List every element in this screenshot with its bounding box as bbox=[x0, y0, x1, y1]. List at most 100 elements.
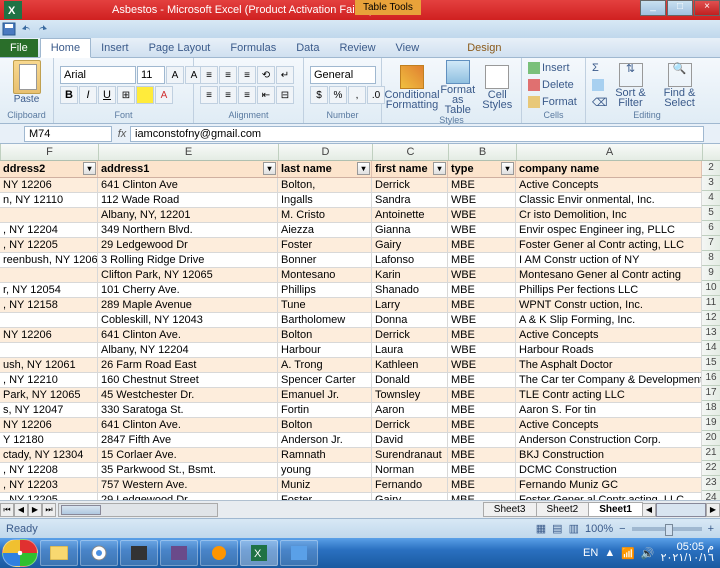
taskbar-explorer-icon[interactable] bbox=[40, 540, 78, 566]
grow-font-icon[interactable]: A bbox=[166, 66, 184, 84]
paste-icon[interactable] bbox=[13, 60, 41, 94]
header-lastname[interactable]: last name▾ bbox=[278, 161, 372, 177]
filter-dropdown-icon[interactable]: ▾ bbox=[357, 162, 370, 175]
header-address1[interactable]: address1▾ bbox=[98, 161, 278, 177]
table-row[interactable]: Park, NY 1206545 Westchester Dr.Emanuel … bbox=[0, 388, 720, 403]
font-name-combo[interactable]: Arial bbox=[60, 66, 136, 84]
sheet-nav-last[interactable]: ⏭ bbox=[42, 503, 56, 517]
view-layout-icon[interactable]: ▤ bbox=[552, 522, 562, 535]
fill-button[interactable] bbox=[592, 77, 604, 93]
tab-review[interactable]: Review bbox=[329, 39, 385, 57]
align-right-icon[interactable]: ≡ bbox=[238, 86, 256, 104]
delete-cells-button[interactable]: Delete bbox=[528, 77, 574, 93]
table-row[interactable]: n, NY 12110112 Wade RoadIngallsSandraWBE… bbox=[0, 193, 720, 208]
taskbar-app3-icon[interactable] bbox=[280, 540, 318, 566]
merge-icon[interactable]: ⊟ bbox=[276, 86, 294, 104]
align-center-icon[interactable]: ≡ bbox=[219, 86, 237, 104]
redo-icon[interactable] bbox=[36, 22, 50, 36]
table-row[interactable]: NY 12206641 Clinton Ave.BoltonDerrickMBE… bbox=[0, 418, 720, 433]
underline-icon[interactable]: U bbox=[98, 86, 116, 104]
sheet-nav-prev[interactable]: ◀ bbox=[14, 503, 28, 517]
sort-filter-button[interactable]: ⇅Sort & Filter bbox=[608, 63, 653, 108]
tab-data[interactable]: Data bbox=[286, 39, 329, 57]
formula-bar[interactable]: iamconstofny@gmail.com bbox=[130, 126, 704, 142]
taskbar-app2-icon[interactable] bbox=[160, 540, 198, 566]
comma-icon[interactable]: , bbox=[348, 86, 366, 104]
wrap-text-icon[interactable]: ↵ bbox=[276, 66, 294, 84]
tab-formulas[interactable]: Formulas bbox=[220, 39, 286, 57]
name-box[interactable]: M74 bbox=[24, 126, 112, 142]
autosum-button[interactable]: Σ bbox=[592, 60, 604, 76]
border-icon[interactable]: ⊞ bbox=[117, 86, 135, 104]
table-row[interactable]: s, NY 12047330 Saratoga St.FortinAaronMB… bbox=[0, 403, 720, 418]
zoom-in-button[interactable]: + bbox=[708, 523, 714, 535]
conditional-formatting-button[interactable]: Conditional Formatting bbox=[388, 65, 436, 110]
sheet-nav-next[interactable]: ▶ bbox=[28, 503, 42, 517]
table-row[interactable]: Albany, NY 12204HarbourLauraWBEHarbour R… bbox=[0, 343, 720, 358]
align-bot-icon[interactable]: ≡ bbox=[238, 66, 256, 84]
table-row[interactable]: , NY 12203757 Western Ave.MunizFernandoM… bbox=[0, 478, 720, 493]
zoom-slider[interactable] bbox=[632, 527, 702, 531]
table-row[interactable]: , NY 1220835 Parkwood St., Bsmt.youngNor… bbox=[0, 463, 720, 478]
start-button[interactable] bbox=[2, 539, 38, 567]
column-headers[interactable]: F E D C B A bbox=[0, 144, 720, 161]
font-color-icon[interactable]: A bbox=[155, 86, 173, 104]
sheet-tab-2[interactable]: Sheet2 bbox=[536, 502, 590, 517]
bold-icon[interactable]: B bbox=[60, 86, 78, 104]
zoom-out-button[interactable]: − bbox=[619, 523, 625, 535]
tray-volume-icon[interactable]: 🔊 bbox=[641, 547, 655, 560]
table-row[interactable]: NY 12206641 Clinton Ave.BoltonDerrickMBE… bbox=[0, 328, 720, 343]
cell-styles-button[interactable]: Cell Styles bbox=[480, 65, 516, 110]
fill-color-icon[interactable] bbox=[136, 86, 154, 104]
table-row[interactable]: ush, NY 1206126 Farm Road EastA. TrongKa… bbox=[0, 358, 720, 373]
table-row[interactable]: , NY 12204349 Northern Blvd.AiezzaGianna… bbox=[0, 223, 720, 238]
system-tray[interactable]: EN ▲ 📶 🔊 05:05 م٢٠٢١/١٠/١٦ bbox=[583, 542, 718, 564]
tab-view[interactable]: View bbox=[386, 39, 430, 57]
table-row[interactable]: r, NY 12054101 Cherry Ave.PhillipsShanad… bbox=[0, 283, 720, 298]
table-row[interactable]: , NY 12210160 Chestnut StreetSpencer Car… bbox=[0, 373, 720, 388]
tab-pagelayout[interactable]: Page Layout bbox=[139, 39, 221, 57]
percent-icon[interactable]: % bbox=[329, 86, 347, 104]
minimize-button[interactable]: _ bbox=[640, 0, 666, 16]
header-address2[interactable]: ddress2▾ bbox=[0, 161, 98, 177]
hscroll-track[interactable] bbox=[58, 503, 218, 517]
orientation-icon[interactable]: ⟲ bbox=[257, 66, 275, 84]
align-mid-icon[interactable]: ≡ bbox=[219, 66, 237, 84]
sheet-tab-3[interactable]: Sheet3 bbox=[483, 502, 537, 517]
tab-design[interactable]: Design bbox=[457, 39, 511, 57]
insert-cells-button[interactable]: Insert bbox=[528, 60, 570, 76]
zoom-level[interactable]: 100% bbox=[585, 523, 613, 535]
row-numbers[interactable]: 2345678910111213141516171819202122232425… bbox=[702, 161, 720, 518]
align-top-icon[interactable]: ≡ bbox=[200, 66, 218, 84]
font-size-combo[interactable]: 11 bbox=[137, 66, 165, 84]
tab-file[interactable]: File bbox=[0, 39, 38, 57]
filter-dropdown-icon[interactable]: ▾ bbox=[263, 162, 276, 175]
italic-icon[interactable]: I bbox=[79, 86, 97, 104]
view-break-icon[interactable]: ▥ bbox=[569, 522, 579, 535]
hscroll-thumb2[interactable] bbox=[656, 503, 706, 517]
taskbar-excel-icon[interactable]: X bbox=[240, 540, 278, 566]
taskbar-app1-icon[interactable] bbox=[120, 540, 158, 566]
tab-insert[interactable]: Insert bbox=[91, 39, 139, 57]
sheet-nav-first[interactable]: ⏮ bbox=[0, 503, 14, 517]
sheet-tab-1[interactable]: Sheet1 bbox=[588, 502, 643, 517]
align-left-icon[interactable]: ≡ bbox=[200, 86, 218, 104]
table-row[interactable]: Albany, NY, 12201M. CristoAntoinetteWBEC… bbox=[0, 208, 720, 223]
header-firstname[interactable]: first name▾ bbox=[372, 161, 448, 177]
filter-dropdown-icon[interactable]: ▾ bbox=[501, 162, 514, 175]
save-icon[interactable] bbox=[2, 22, 16, 36]
table-row[interactable]: , NY 12158289 Maple AvenueTuneLarryMBEWP… bbox=[0, 298, 720, 313]
view-normal-icon[interactable]: ▦ bbox=[536, 522, 546, 535]
format-cells-button[interactable]: Format bbox=[528, 94, 577, 110]
currency-icon[interactable]: $ bbox=[310, 86, 328, 104]
tray-lang[interactable]: EN bbox=[583, 547, 598, 559]
table-row[interactable]: Cobleskill, NY 12043BartholomewDonnaWBEA… bbox=[0, 313, 720, 328]
number-format-combo[interactable]: General bbox=[310, 66, 376, 84]
close-button[interactable]: × bbox=[694, 0, 720, 16]
table-row[interactable]: NY 12206641 Clinton AveBolton,DerrickMBE… bbox=[0, 178, 720, 193]
tray-show-hidden-icon[interactable]: ▲ bbox=[604, 547, 615, 559]
tab-home[interactable]: Home bbox=[40, 38, 91, 58]
hscroll-thumb[interactable] bbox=[61, 505, 101, 515]
table-row[interactable]: , NY 1220529 Ledgewood DrFosterGairyMBEF… bbox=[0, 238, 720, 253]
table-row[interactable]: ctady, NY 1230415 Corlaer Ave.RamnathSur… bbox=[0, 448, 720, 463]
